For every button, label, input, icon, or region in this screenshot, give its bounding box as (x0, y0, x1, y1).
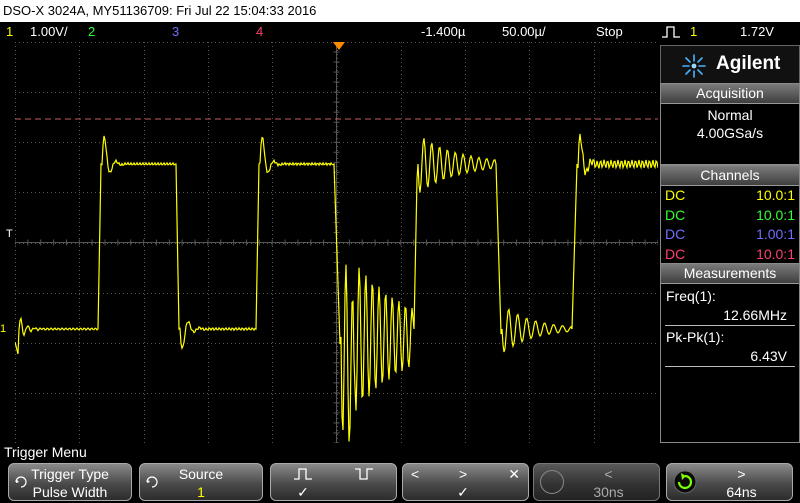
trigger-source[interactable]: 1 (690, 22, 697, 42)
softkey-value: 64ns (726, 484, 757, 500)
channel-row-1[interactable]: DC 10.0:1 (661, 186, 799, 206)
source-softkey[interactable]: Source 1 (139, 463, 263, 501)
softkey-value: 1 (197, 484, 205, 500)
softkey-label: Trigger Type (31, 466, 109, 482)
time-scale[interactable]: 50.00µ/ (502, 22, 546, 42)
brand-box: Agilent (660, 45, 800, 85)
qualifier-check: ✓ (457, 484, 469, 500)
channel-coupling: DC (665, 206, 686, 223)
softkey-bar: Trigger Type Pulse Width Source 1 ✓ < > … (0, 461, 800, 503)
measurement-label: Freq(1): (666, 288, 716, 304)
run-state[interactable]: Stop (596, 22, 623, 42)
ch1-scale[interactable]: 1.00V/ (30, 22, 68, 42)
measurements-box[interactable]: Measurements Freq(1): 12.66MHz Pk-Pk(1):… (660, 263, 800, 443)
channel-coupling: DC (665, 226, 686, 242)
menu-title: Trigger Menu (4, 444, 87, 460)
trigger-level[interactable]: 1.72V (740, 22, 774, 42)
measurement-label: Pk-Pk(1): (666, 329, 725, 345)
trigger-marker: T (6, 228, 13, 240)
side-panel: Agilent Acquisition Normal 4.00GSa/s Cha… (660, 45, 800, 443)
measurement-value: 12.66MHz (665, 306, 795, 326)
graticule (14, 41, 659, 444)
ch3-number[interactable]: 3 (172, 22, 179, 42)
time-upper-softkey[interactable]: > 64ns (666, 463, 793, 501)
brand-name: Agilent (716, 53, 781, 74)
acquisition-mode: Normal (707, 107, 753, 123)
channel-row-2[interactable]: DC 10.0:1 (661, 206, 799, 226)
channel-row-3[interactable]: DC 1.00:1 (661, 225, 799, 245)
measurements-header: Measurements (661, 264, 799, 284)
channel-row-4[interactable]: DC 10.0:1 (661, 245, 799, 265)
channel-coupling: DC (665, 187, 686, 203)
softkey-label: Source (178, 466, 224, 482)
channel-probe: 10.0:1 (756, 245, 795, 262)
negative-pulse-icon (355, 468, 373, 480)
measurement-value: 6.43V (665, 347, 795, 367)
waveform-display[interactable] (14, 41, 659, 444)
softkey-arrow: < (604, 466, 613, 482)
outside-range-option: ✕ (508, 466, 520, 482)
sample-rate: 4.00GSa/s (696, 125, 764, 141)
channel-probe: 10.0:1 (756, 206, 795, 223)
spark-icon (682, 54, 706, 78)
ch2-number[interactable]: 2 (88, 22, 95, 42)
time-offset[interactable]: -1.400µ (421, 22, 465, 42)
softkey-arrow: > (737, 466, 746, 482)
status-bar: 1 1.00V/ 2 3 4 -1.400µ 50.00µ/ Stop 1 1.… (0, 22, 800, 42)
ch1-ground-marker[interactable]: 1 (0, 323, 6, 335)
channel-probe: 10.0:1 (756, 187, 795, 203)
acquisition-header: Acquisition (661, 84, 799, 104)
qualifier-softkey[interactable]: < > ✕ ✓ (402, 463, 529, 501)
positive-pulse-icon (294, 468, 312, 480)
polarity-check: ✓ (297, 484, 309, 500)
channel-probe: 1.00:1 (756, 226, 795, 242)
channels-box[interactable]: Channels DC 10.0:1 DC 10.0:1 DC 1.00:1 D… (660, 165, 800, 265)
softkey-value: 30ns (593, 484, 624, 500)
time-lower-softkey[interactable]: < 30ns (533, 463, 660, 501)
less-than-option: < (411, 466, 420, 482)
polarity-softkey[interactable]: ✓ (270, 463, 397, 501)
ch4-number[interactable]: 4 (256, 22, 263, 42)
greater-than-option: > (459, 466, 468, 482)
channel-coupling: DC (665, 245, 686, 262)
acquisition-box[interactable]: Acquisition Normal 4.00GSa/s (660, 83, 800, 165)
channels-header: Channels (661, 166, 799, 186)
softkey-value: Pulse Width (32, 484, 108, 500)
trigger-type-softkey[interactable]: Trigger Type Pulse Width (8, 463, 132, 501)
ch1-number[interactable]: 1 (6, 22, 13, 42)
title-bar: DSO-X 3024A, MY51136709: Fri Jul 22 15:0… (0, 0, 800, 22)
